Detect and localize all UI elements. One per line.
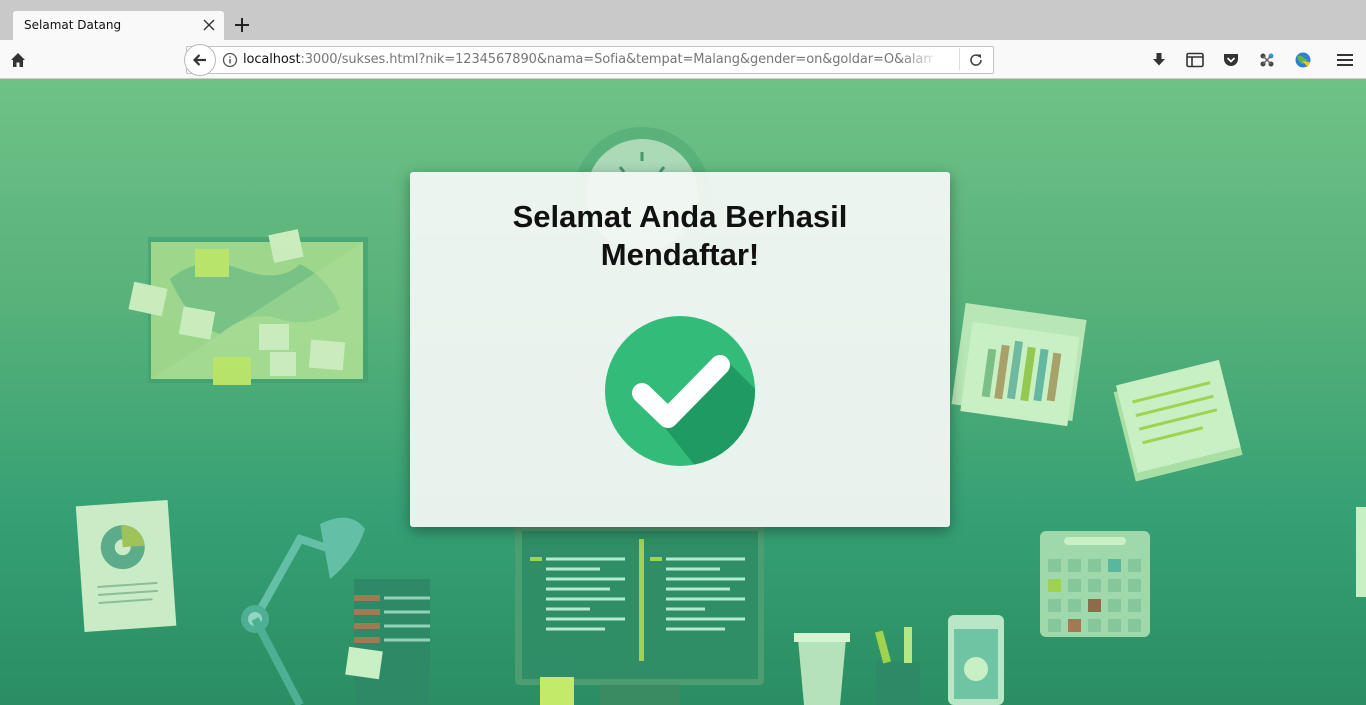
url-path: :3000/sukses.html?nik=1234567890&nama=So… xyxy=(300,52,933,67)
url-fade xyxy=(900,48,960,70)
pencil-cup-illustration xyxy=(874,627,920,705)
downloads-button[interactable] xyxy=(1149,50,1169,70)
url-host: localhost xyxy=(243,52,301,67)
pocket-button[interactable] xyxy=(1221,50,1241,70)
lamp-illustration xyxy=(241,517,365,705)
home-button[interactable] xyxy=(8,50,28,70)
extension-icon xyxy=(1260,53,1274,67)
download-icon xyxy=(1153,53,1165,66)
globe-icon xyxy=(1295,52,1311,68)
success-title-line1: Selamat Anda Berhasil xyxy=(512,199,848,234)
tab-strip: Selamat Datang xyxy=(0,0,1366,40)
book-stack-illustration xyxy=(354,579,430,705)
tab-title: Selamat Datang xyxy=(24,18,122,32)
report-illustration xyxy=(75,499,177,633)
sticky-note xyxy=(540,677,574,705)
sidebar-icon xyxy=(1186,52,1204,68)
menu-button[interactable] xyxy=(1335,50,1355,70)
url-separator xyxy=(959,48,960,70)
info-icon[interactable] xyxy=(222,52,238,68)
reload-icon[interactable] xyxy=(968,52,984,68)
world-map-illustration xyxy=(128,229,368,385)
close-icon[interactable] xyxy=(202,18,216,32)
success-title-line2: Mendaftar! xyxy=(600,237,760,272)
documents-illustration xyxy=(1113,359,1243,482)
back-button[interactable] xyxy=(184,44,216,76)
browser-tab[interactable]: Selamat Datang xyxy=(13,11,224,40)
phone-illustration xyxy=(948,615,1004,705)
sidebar-button[interactable] xyxy=(1185,50,1205,70)
check-circle-icon xyxy=(605,316,755,466)
calendar-illustration xyxy=(1040,531,1150,637)
sticky-note xyxy=(345,646,383,680)
home-icon xyxy=(11,53,25,67)
url-text[interactable]: localhost:3000/sukses.html?nik=123456789… xyxy=(243,52,933,67)
plus-icon[interactable] xyxy=(233,16,251,34)
extension-button[interactable] xyxy=(1257,50,1277,70)
navigation-toolbar: localhost:3000/sukses.html?nik=123456789… xyxy=(0,40,1366,79)
pocket-icon xyxy=(1224,54,1238,66)
arrow-left-icon xyxy=(192,54,206,66)
success-modal: Selamat Anda Berhasil Mendaftar! xyxy=(410,172,950,527)
hamburger-menu-icon xyxy=(1337,54,1353,66)
paper-edge xyxy=(1356,507,1366,597)
page-viewport: Selamat Anda Berhasil Mendaftar! xyxy=(0,79,1366,705)
globe-extension-button[interactable] xyxy=(1293,50,1313,70)
coffee-cup-illustration xyxy=(794,633,850,705)
chart-board-illustration xyxy=(951,303,1087,427)
success-title: Selamat Anda Berhasil Mendaftar! xyxy=(450,198,910,274)
